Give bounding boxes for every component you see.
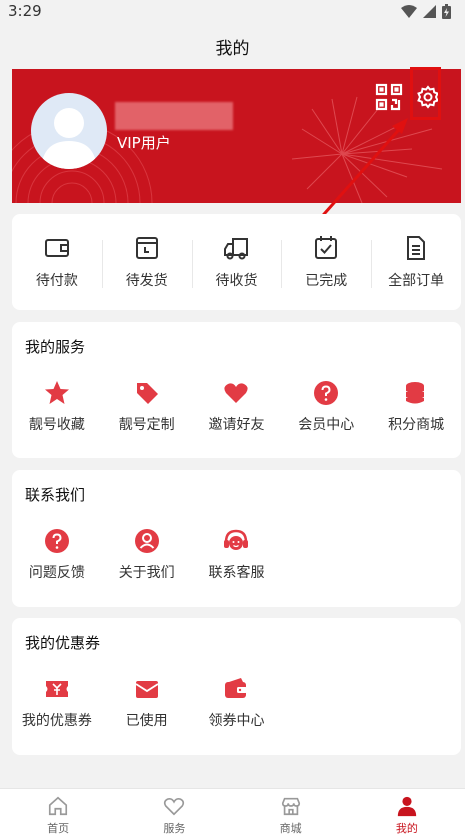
signal-icon [423, 5, 436, 18]
username-redacted [115, 102, 233, 130]
page-title: 我的 [215, 38, 250, 59]
home-icon [49, 796, 68, 816]
grid-label: 关于我们 [118, 565, 175, 581]
grid-label: 已使用 [125, 713, 168, 729]
order-all[interactable]: 全部订单 [371, 234, 461, 290]
tab-mine[interactable]: 我的 [349, 789, 465, 836]
bottom-tab-bar: 首页 服务 商城 我的 [0, 788, 465, 836]
grid-label: 我的优惠券 [21, 713, 92, 729]
status-bar: 3:29 [0, 0, 465, 24]
coupon-center[interactable]: 领券中心 [192, 676, 282, 730]
order-pending-shipment[interactable]: 待发货 [101, 234, 192, 290]
calendar-check-icon [315, 236, 338, 259]
contact-grid: 问题反馈 关于我们 联系客服 [12, 528, 461, 582]
wallet-icon [225, 678, 248, 698]
question-icon [44, 529, 69, 553]
grid-label: 靓号收藏 [28, 417, 85, 433]
tab-label: 服务 [163, 822, 186, 835]
services-grid: 靓号收藏 靓号定制 邀请好友 会员中心 积分商城 [12, 380, 461, 434]
grid-label: 会员中心 [298, 417, 355, 433]
service-points-mall[interactable]: 积分商城 [371, 380, 461, 434]
section-title: 我的优惠券 [25, 634, 101, 652]
tab-services[interactable]: 服务 [116, 789, 232, 836]
title-bar: 我的 [0, 24, 465, 68]
contact-card: 联系我们 问题反馈 关于我们 联系客服 [12, 470, 461, 607]
package-icon [135, 237, 158, 259]
store-icon [281, 797, 300, 816]
vip-label: VIP用户 [117, 134, 171, 152]
annotation-arrow [315, 118, 408, 223]
tab-mall[interactable]: 商城 [233, 789, 349, 836]
default-avatar-icon [41, 108, 97, 169]
coins-icon [406, 382, 425, 404]
order-label: 全部订单 [388, 273, 445, 289]
battery-icon [442, 4, 451, 19]
coupon-mine[interactable]: 我的优惠券 [12, 676, 102, 730]
service-custom-number[interactable]: 靓号定制 [102, 380, 192, 434]
question-icon [314, 381, 339, 405]
section-title: 我的服务 [25, 338, 86, 356]
order-label: 待发货 [125, 273, 168, 289]
status-time: 3:29 [8, 2, 42, 20]
grid-label: 邀请好友 [208, 417, 265, 433]
envelope-icon [135, 681, 159, 698]
order-pending-payment[interactable]: 待付款 [12, 234, 102, 290]
tab-label: 我的 [395, 822, 418, 835]
tab-home[interactable]: 首页 [0, 789, 116, 836]
grid-label: 问题反馈 [28, 565, 85, 581]
grid-label: 领券中心 [208, 713, 265, 729]
avatar[interactable] [31, 93, 107, 169]
order-completed[interactable]: 已完成 [281, 234, 371, 290]
coupon-used[interactable]: 已使用 [102, 676, 192, 730]
document-icon [407, 236, 426, 260]
coupon-icon [45, 681, 68, 697]
user-icon [134, 529, 159, 553]
grid-label: 积分商城 [388, 417, 445, 433]
wallet-icon [44, 239, 69, 257]
order-label: 待付款 [35, 273, 78, 289]
services-card: 我的服务 靓号收藏 靓号定制 邀请好友 会员中心 积分商城 [12, 322, 461, 458]
heart-icon [224, 383, 249, 403]
wifi-icon [401, 5, 417, 18]
heart-icon [164, 797, 185, 816]
status-icons [401, 4, 451, 19]
service-favorites[interactable]: 靓号收藏 [12, 380, 102, 434]
contact-customer-service[interactable]: 联系客服 [192, 528, 282, 582]
service-member-center[interactable]: 会员中心 [281, 380, 371, 434]
star-icon [44, 381, 69, 404]
order-label: 已完成 [305, 273, 348, 289]
headset-icon [224, 529, 249, 550]
coupons-grid: 我的优惠券 已使用 领券中心 [12, 676, 461, 730]
truck-icon [224, 238, 249, 260]
order-pending-receipt[interactable]: 待收货 [191, 234, 282, 290]
contact-feedback[interactable]: 问题反馈 [12, 528, 102, 582]
coupons-card: 我的优惠券 我的优惠券 已使用 领券中心 [12, 618, 461, 755]
tag-icon [136, 383, 158, 404]
orders-card: 待付款 待发货 待收货 已完成 全部订单 [12, 214, 461, 310]
grid-label: 联系客服 [208, 565, 265, 581]
service-invite-friends[interactable]: 邀请好友 [192, 380, 282, 434]
contact-about-us[interactable]: 关于我们 [102, 528, 192, 582]
order-label: 待收货 [215, 273, 258, 289]
grid-label: 靓号定制 [118, 417, 175, 433]
tab-label: 商城 [279, 822, 302, 835]
tab-label: 首页 [47, 822, 70, 835]
section-title: 联系我们 [25, 486, 86, 504]
person-icon [397, 796, 417, 817]
